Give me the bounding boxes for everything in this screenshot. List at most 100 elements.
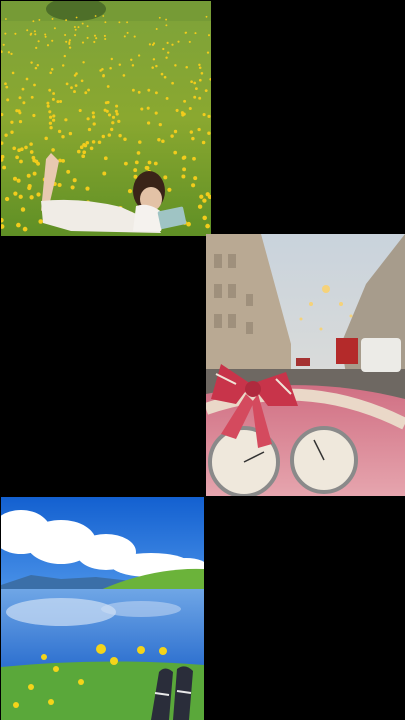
flower-dot — [30, 61, 33, 64]
flower-dot — [5, 85, 9, 89]
flower-dot — [193, 176, 198, 181]
white-van — [361, 338, 401, 372]
flower-dot — [30, 32, 33, 35]
flower-dot — [200, 72, 204, 75]
flower-dot — [46, 101, 50, 105]
flower-dot — [86, 25, 89, 28]
photo-collage — [0, 0, 405, 720]
flower-dot — [87, 127, 92, 132]
flower-dot — [29, 195, 34, 200]
flower-dot — [133, 35, 136, 38]
flower-dot — [148, 43, 151, 46]
flower-dot — [151, 43, 155, 46]
flower-dot — [114, 109, 118, 113]
flower-dot — [101, 68, 104, 71]
flower-dot — [2, 165, 7, 170]
flower-dot — [175, 108, 179, 112]
flower-dot — [118, 21, 121, 24]
flower-dot — [19, 159, 23, 164]
flower-dot — [32, 171, 37, 176]
flower-dot — [144, 165, 149, 170]
flower-dot — [6, 98, 10, 102]
flower-dot — [165, 18, 168, 21]
flower-dot — [198, 96, 202, 100]
flower-dot — [52, 92, 56, 95]
flower-dot — [78, 108, 82, 113]
flower-dot — [36, 161, 41, 166]
flower-dot — [126, 31, 129, 34]
flower-dot — [177, 40, 180, 43]
flower-dot — [61, 159, 65, 163]
flower-dot — [133, 168, 138, 173]
flower-dot — [138, 140, 142, 144]
flower-dot — [53, 27, 56, 30]
flower-dot — [66, 169, 71, 174]
flower-dot — [110, 57, 114, 61]
flower-dot — [29, 142, 33, 146]
flower-dot — [36, 192, 41, 197]
flower-dot — [48, 88, 52, 92]
flower-dot — [146, 106, 150, 110]
flower-dot — [202, 215, 207, 221]
flower-dot — [10, 120, 14, 124]
flower-dot — [93, 34, 97, 37]
flower-dot — [74, 28, 77, 31]
flower-dot — [64, 33, 67, 37]
meadow-scene — [1, 1, 211, 236]
flower-dot — [18, 194, 23, 199]
flower-dot — [115, 104, 119, 108]
flower-dot — [162, 47, 165, 51]
flower-dot — [134, 160, 139, 165]
flower-dot — [38, 18, 41, 21]
flower-dot — [101, 134, 106, 139]
flower-dot — [44, 35, 47, 38]
flower-dot — [166, 41, 169, 44]
flower-dot — [173, 150, 178, 155]
flower-dot — [7, 51, 11, 54]
mountain-lake-photo — [1, 497, 204, 720]
flower-dot — [163, 175, 168, 180]
flower-dot — [49, 115, 53, 119]
flower-dot — [87, 88, 91, 92]
flower-dot — [104, 101, 108, 105]
flower-dot — [192, 156, 196, 161]
flower-dot — [123, 137, 127, 141]
flower-dot — [22, 226, 28, 232]
flower-dot — [165, 24, 168, 27]
flower-dot — [91, 140, 96, 144]
flower-dot — [153, 161, 158, 166]
flower-dot — [22, 101, 26, 105]
flower-dot — [4, 82, 7, 86]
flower-dot — [81, 154, 86, 159]
flower-dot — [80, 79, 84, 83]
flower-dot — [126, 21, 129, 24]
flower-dot — [115, 112, 119, 116]
flower-dot — [35, 46, 38, 50]
flower-dot — [16, 178, 21, 183]
flower-dot — [167, 51, 170, 54]
flower-dot — [136, 151, 141, 155]
meadow-photo — [1, 1, 211, 236]
flower-dot — [57, 129, 62, 134]
flower-dot — [206, 51, 210, 54]
flower-dot — [12, 146, 16, 151]
flower-dot — [205, 192, 210, 197]
flower-dot — [195, 87, 198, 90]
flower-dot — [91, 111, 95, 115]
flower-dot — [73, 74, 77, 77]
lake-scene — [1, 497, 204, 720]
flower-dot — [111, 121, 115, 125]
flower-dot — [171, 81, 174, 85]
flower-dot — [36, 63, 40, 67]
flower-dot — [157, 137, 161, 142]
flower-dot — [82, 61, 85, 64]
flower-dot — [137, 54, 141, 57]
flower-dot — [198, 63, 201, 67]
flower-dot — [131, 64, 135, 67]
flower-dot — [68, 46, 72, 49]
flower-dot — [68, 131, 73, 136]
flower-dot — [103, 34, 106, 37]
flower-dot — [198, 78, 202, 82]
flower-dot — [64, 118, 68, 122]
flower-dot — [130, 58, 133, 61]
